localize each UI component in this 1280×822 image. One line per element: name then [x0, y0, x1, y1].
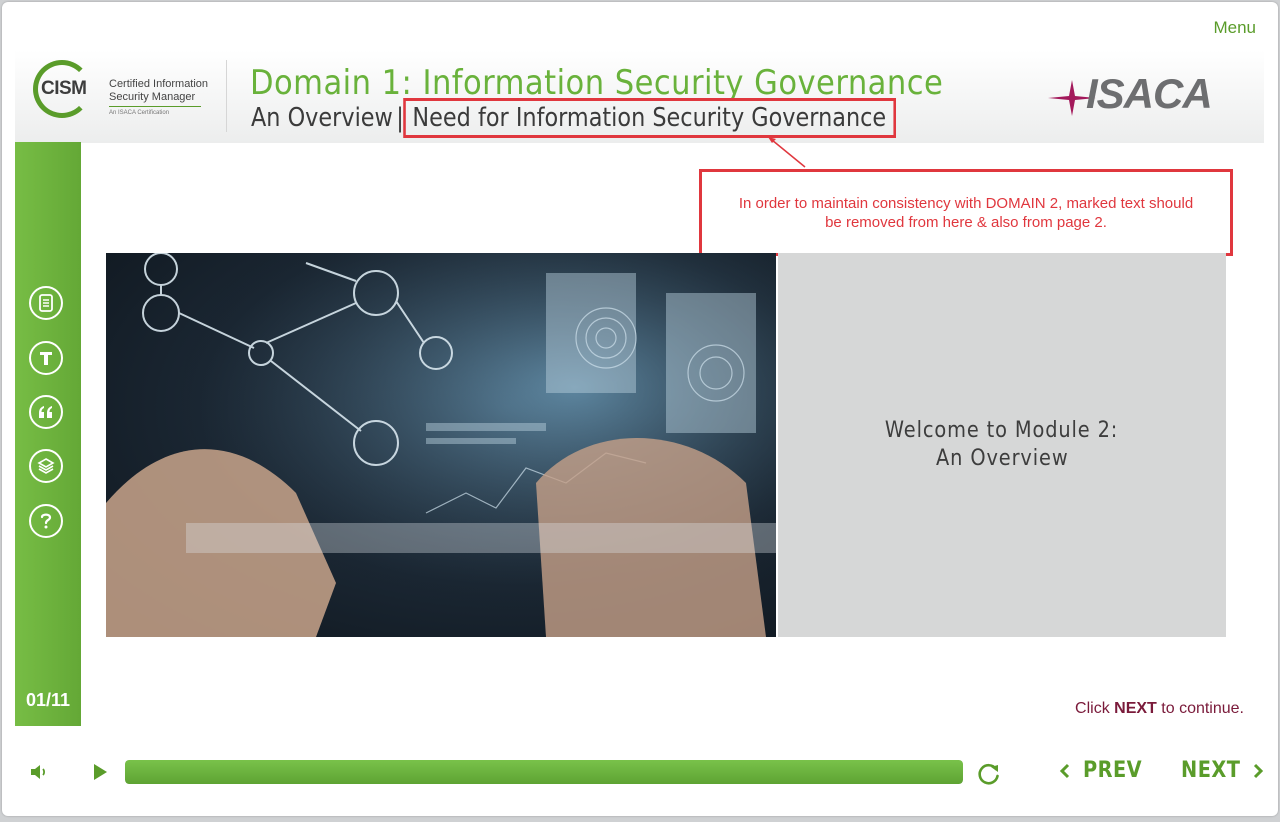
replay-icon[interactable] [976, 761, 1002, 792]
quote-icon[interactable] [29, 395, 63, 429]
prev-button[interactable]: PREV [1059, 758, 1146, 783]
cism-logo-name: Certified Information Security Manager [109, 78, 219, 104]
continue-hint-prefix: Click [1075, 700, 1115, 717]
chevron-right-icon [1254, 763, 1264, 778]
cism-logo-line1: Certified Information [109, 78, 209, 90]
page-title: Domain 1: Information Security Governanc… [250, 63, 944, 103]
continue-hint-emphasis: NEXT [1114, 700, 1157, 717]
continue-hint: Click NEXT to continue. [1075, 700, 1244, 718]
hero-network-illustration [106, 253, 776, 637]
course-player: Menu CISM Certified Information Security… [2, 2, 1278, 816]
notes-icon[interactable] [29, 286, 63, 320]
cism-logo: CISM Certified Information Security Mana… [33, 60, 213, 130]
cism-logo-line2: Security Manager [109, 91, 196, 103]
sidebar: 01/11 [15, 142, 81, 726]
progress-fill [125, 760, 963, 784]
hero-image [106, 253, 776, 637]
layers-icon[interactable] [29, 449, 63, 483]
subtitle-prefix: An Overview [251, 103, 393, 133]
subtitle-marked-text: Need for Information Security Governance [402, 98, 896, 138]
page-subtitle: An Overview | Need for Information Securit… [251, 98, 896, 138]
help-icon[interactable] [29, 504, 63, 538]
player-controls: PREV NEXT [2, 740, 1278, 802]
play-icon[interactable] [91, 762, 109, 787]
header-divider [226, 60, 227, 132]
prev-button-label: PREV [1083, 758, 1143, 783]
menu-link[interactable]: Menu [1213, 18, 1256, 38]
course-header: CISM Certified Information Security Mana… [15, 50, 1264, 143]
volume-icon[interactable] [29, 762, 51, 787]
cism-logo-acronym: CISM [41, 78, 87, 99]
welcome-panel: Welcome to Module 2: An Overview [778, 253, 1226, 637]
cism-logo-underline [109, 106, 201, 107]
subtitle-separator: | [396, 103, 404, 133]
welcome-line2: An Overview [935, 446, 1069, 471]
transcript-icon[interactable] [29, 341, 63, 375]
review-annotation: In order to maintain consistency with DO… [699, 169, 1233, 256]
progress-bar[interactable] [125, 760, 963, 784]
page-counter: 01/11 [25, 690, 71, 710]
chevron-left-icon [1059, 763, 1070, 778]
isaca-wordmark: ISACA [1086, 70, 1213, 117]
welcome-line1: Welcome to Module 2: [885, 418, 1119, 443]
next-button[interactable]: NEXT [1177, 758, 1264, 783]
continue-hint-suffix: to continue. [1156, 700, 1244, 717]
isaca-logo: ISACA [1046, 68, 1226, 124]
cism-logo-tagline: An ISACA Certification [109, 110, 170, 116]
next-button-label: NEXT [1181, 758, 1241, 783]
